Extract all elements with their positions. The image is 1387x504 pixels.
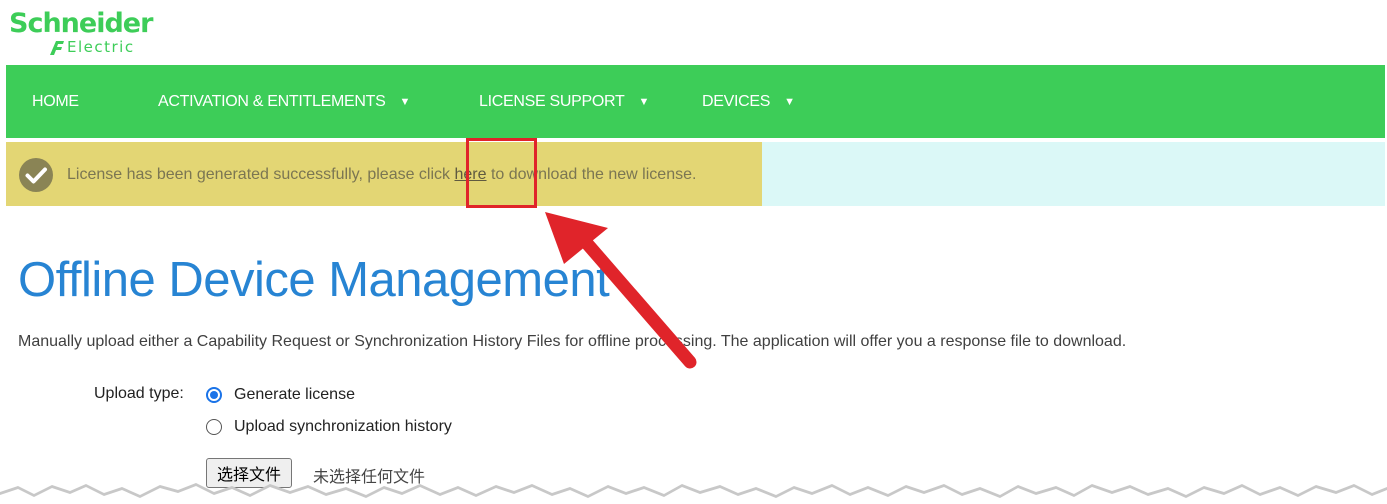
page-description: Manually upload either a Capability Requ… <box>18 333 1127 350</box>
annotation-callout-box <box>466 138 537 208</box>
check-circle-icon <box>19 158 53 192</box>
radio-upload-sync-history[interactable]: Upload synchronization history <box>206 416 452 438</box>
alert-message: License has been generated successfully,… <box>67 166 696 184</box>
upload-type-label: Upload type: <box>94 385 184 402</box>
nav-home-label: HOME <box>32 93 79 110</box>
nav-home[interactable]: HOME <box>32 65 79 138</box>
logo-wordmark-top: Schneider <box>9 8 153 39</box>
torn-paper-edge <box>0 483 1387 504</box>
page-title: Offline Device Management <box>18 253 610 307</box>
schneider-electric-logo[interactable]: Schneider Electric <box>9 8 159 60</box>
chevron-down-icon: ▼ <box>399 96 411 108</box>
radio-button-unchecked[interactable] <box>206 419 222 435</box>
main-navbar: HOME ACTIVATION & ENTITLEMENTS ▼ LICENSE … <box>6 65 1385 138</box>
nav-activation-entitlements[interactable]: ACTIVATION & ENTITLEMENTS ▼ <box>158 65 410 138</box>
success-alert: License has been generated successfully,… <box>6 142 1385 206</box>
logo-wordmark-bottom: Electric <box>67 38 135 56</box>
chevron-down-icon: ▼ <box>638 96 650 108</box>
radio-generate-license[interactable]: Generate license <box>206 384 355 406</box>
radio-upload-sync-label[interactable]: Upload synchronization history <box>234 418 452 436</box>
nav-devices[interactable]: DEVICES ▼ <box>702 65 795 138</box>
nav-devices-label: DEVICES <box>702 93 771 110</box>
radio-generate-license-label[interactable]: Generate license <box>234 386 355 404</box>
nav-license-support-label: LICENSE SUPPORT <box>479 93 625 110</box>
chevron-down-icon: ▼ <box>784 96 795 108</box>
alert-text-before: License has been generated successfully,… <box>67 166 455 183</box>
radio-button-checked[interactable] <box>206 387 222 403</box>
nav-activation-label: ACTIVATION & ENTITLEMENTS <box>158 93 386 110</box>
logo-swoosh-icon <box>50 41 64 55</box>
nav-license-support[interactable]: LICENSE SUPPORT ▼ <box>479 65 649 138</box>
